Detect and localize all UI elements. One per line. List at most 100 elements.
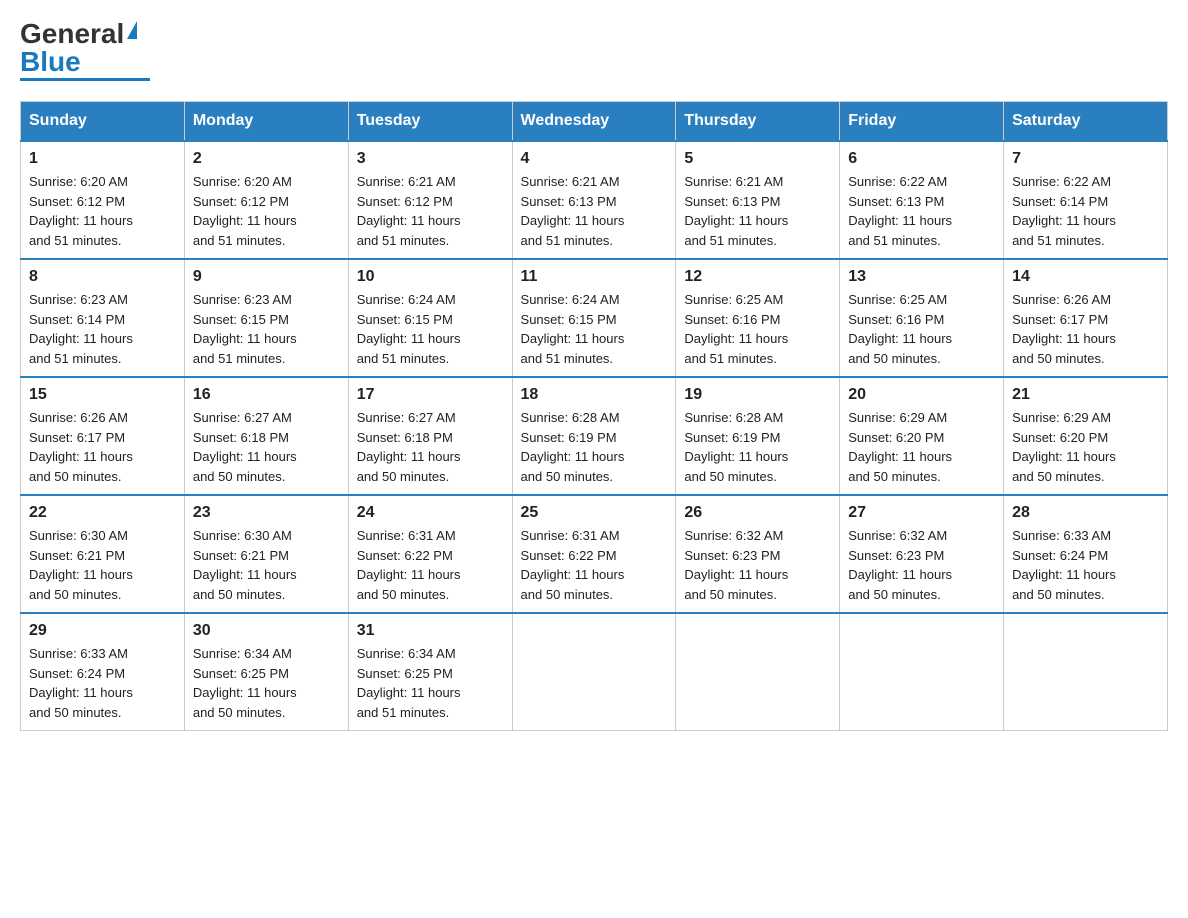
- day-number: 4: [521, 150, 668, 168]
- day-number: 12: [684, 268, 831, 286]
- day-number: 17: [357, 386, 504, 404]
- calendar-header-saturday: Saturday: [1004, 102, 1168, 142]
- day-info: Sunrise: 6:33 AMSunset: 6:24 PMDaylight:…: [1012, 528, 1116, 602]
- calendar-cell: 27 Sunrise: 6:32 AMSunset: 6:23 PMDaylig…: [840, 495, 1004, 613]
- day-number: 7: [1012, 150, 1159, 168]
- day-number: 29: [29, 622, 176, 640]
- day-info: Sunrise: 6:26 AMSunset: 6:17 PMDaylight:…: [29, 410, 133, 484]
- calendar-cell: [1004, 613, 1168, 731]
- day-number: 15: [29, 386, 176, 404]
- day-number: 1: [29, 150, 176, 168]
- calendar-cell: 31 Sunrise: 6:34 AMSunset: 6:25 PMDaylig…: [348, 613, 512, 731]
- day-info: Sunrise: 6:24 AMSunset: 6:15 PMDaylight:…: [357, 292, 461, 366]
- calendar-cell: 29 Sunrise: 6:33 AMSunset: 6:24 PMDaylig…: [21, 613, 185, 731]
- day-info: Sunrise: 6:27 AMSunset: 6:18 PMDaylight:…: [357, 410, 461, 484]
- day-number: 3: [357, 150, 504, 168]
- logo-blue-text: Blue: [20, 48, 81, 76]
- day-number: 11: [521, 268, 668, 286]
- day-number: 14: [1012, 268, 1159, 286]
- day-number: 30: [193, 622, 340, 640]
- calendar-cell: 3 Sunrise: 6:21 AMSunset: 6:12 PMDayligh…: [348, 141, 512, 259]
- calendar-cell: 20 Sunrise: 6:29 AMSunset: 6:20 PMDaylig…: [840, 377, 1004, 495]
- calendar-week-row: 15 Sunrise: 6:26 AMSunset: 6:17 PMDaylig…: [21, 377, 1168, 495]
- day-number: 10: [357, 268, 504, 286]
- day-number: 19: [684, 386, 831, 404]
- calendar-cell: 5 Sunrise: 6:21 AMSunset: 6:13 PMDayligh…: [676, 141, 840, 259]
- calendar-header-thursday: Thursday: [676, 102, 840, 142]
- day-info: Sunrise: 6:24 AMSunset: 6:15 PMDaylight:…: [521, 292, 625, 366]
- day-number: 9: [193, 268, 340, 286]
- day-number: 23: [193, 504, 340, 522]
- calendar-cell: 28 Sunrise: 6:33 AMSunset: 6:24 PMDaylig…: [1004, 495, 1168, 613]
- day-info: Sunrise: 6:28 AMSunset: 6:19 PMDaylight:…: [684, 410, 788, 484]
- calendar-header-wednesday: Wednesday: [512, 102, 676, 142]
- calendar-header-sunday: Sunday: [21, 102, 185, 142]
- calendar-cell: 30 Sunrise: 6:34 AMSunset: 6:25 PMDaylig…: [184, 613, 348, 731]
- calendar-cell: 15 Sunrise: 6:26 AMSunset: 6:17 PMDaylig…: [21, 377, 185, 495]
- logo-underline: [20, 78, 150, 81]
- day-info: Sunrise: 6:29 AMSunset: 6:20 PMDaylight:…: [1012, 410, 1116, 484]
- day-info: Sunrise: 6:27 AMSunset: 6:18 PMDaylight:…: [193, 410, 297, 484]
- calendar-cell: 24 Sunrise: 6:31 AMSunset: 6:22 PMDaylig…: [348, 495, 512, 613]
- calendar-cell: 16 Sunrise: 6:27 AMSunset: 6:18 PMDaylig…: [184, 377, 348, 495]
- day-number: 27: [848, 504, 995, 522]
- day-info: Sunrise: 6:30 AMSunset: 6:21 PMDaylight:…: [29, 528, 133, 602]
- calendar-cell: 22 Sunrise: 6:30 AMSunset: 6:21 PMDaylig…: [21, 495, 185, 613]
- day-info: Sunrise: 6:23 AMSunset: 6:15 PMDaylight:…: [193, 292, 297, 366]
- calendar-week-row: 22 Sunrise: 6:30 AMSunset: 6:21 PMDaylig…: [21, 495, 1168, 613]
- calendar-header-tuesday: Tuesday: [348, 102, 512, 142]
- day-number: 21: [1012, 386, 1159, 404]
- day-info: Sunrise: 6:28 AMSunset: 6:19 PMDaylight:…: [521, 410, 625, 484]
- day-number: 25: [521, 504, 668, 522]
- day-number: 28: [1012, 504, 1159, 522]
- day-info: Sunrise: 6:30 AMSunset: 6:21 PMDaylight:…: [193, 528, 297, 602]
- calendar-week-row: 8 Sunrise: 6:23 AMSunset: 6:14 PMDayligh…: [21, 259, 1168, 377]
- calendar-cell: 8 Sunrise: 6:23 AMSunset: 6:14 PMDayligh…: [21, 259, 185, 377]
- day-info: Sunrise: 6:32 AMSunset: 6:23 PMDaylight:…: [848, 528, 952, 602]
- calendar-cell: 19 Sunrise: 6:28 AMSunset: 6:19 PMDaylig…: [676, 377, 840, 495]
- day-number: 22: [29, 504, 176, 522]
- day-info: Sunrise: 6:21 AMSunset: 6:12 PMDaylight:…: [357, 174, 461, 248]
- day-number: 26: [684, 504, 831, 522]
- calendar-header-monday: Monday: [184, 102, 348, 142]
- calendar-cell: 26 Sunrise: 6:32 AMSunset: 6:23 PMDaylig…: [676, 495, 840, 613]
- day-info: Sunrise: 6:23 AMSunset: 6:14 PMDaylight:…: [29, 292, 133, 366]
- calendar-cell: 13 Sunrise: 6:25 AMSunset: 6:16 PMDaylig…: [840, 259, 1004, 377]
- calendar-cell: 14 Sunrise: 6:26 AMSunset: 6:17 PMDaylig…: [1004, 259, 1168, 377]
- day-number: 5: [684, 150, 831, 168]
- calendar-header-row: SundayMondayTuesdayWednesdayThursdayFrid…: [21, 102, 1168, 142]
- page-header: General Blue: [20, 20, 1168, 81]
- calendar-cell: [512, 613, 676, 731]
- day-info: Sunrise: 6:22 AMSunset: 6:14 PMDaylight:…: [1012, 174, 1116, 248]
- day-number: 24: [357, 504, 504, 522]
- calendar-cell: 12 Sunrise: 6:25 AMSunset: 6:16 PMDaylig…: [676, 259, 840, 377]
- logo: General Blue: [20, 20, 150, 81]
- day-info: Sunrise: 6:20 AMSunset: 6:12 PMDaylight:…: [29, 174, 133, 248]
- day-info: Sunrise: 6:25 AMSunset: 6:16 PMDaylight:…: [848, 292, 952, 366]
- day-info: Sunrise: 6:31 AMSunset: 6:22 PMDaylight:…: [357, 528, 461, 602]
- calendar-cell: 25 Sunrise: 6:31 AMSunset: 6:22 PMDaylig…: [512, 495, 676, 613]
- day-number: 13: [848, 268, 995, 286]
- day-number: 16: [193, 386, 340, 404]
- day-info: Sunrise: 6:26 AMSunset: 6:17 PMDaylight:…: [1012, 292, 1116, 366]
- calendar-cell: 18 Sunrise: 6:28 AMSunset: 6:19 PMDaylig…: [512, 377, 676, 495]
- calendar-cell: [676, 613, 840, 731]
- calendar-cell: 9 Sunrise: 6:23 AMSunset: 6:15 PMDayligh…: [184, 259, 348, 377]
- calendar-cell: 2 Sunrise: 6:20 AMSunset: 6:12 PMDayligh…: [184, 141, 348, 259]
- day-info: Sunrise: 6:33 AMSunset: 6:24 PMDaylight:…: [29, 646, 133, 720]
- day-info: Sunrise: 6:25 AMSunset: 6:16 PMDaylight:…: [684, 292, 788, 366]
- day-info: Sunrise: 6:29 AMSunset: 6:20 PMDaylight:…: [848, 410, 952, 484]
- day-info: Sunrise: 6:21 AMSunset: 6:13 PMDaylight:…: [684, 174, 788, 248]
- calendar-cell: 1 Sunrise: 6:20 AMSunset: 6:12 PMDayligh…: [21, 141, 185, 259]
- day-info: Sunrise: 6:34 AMSunset: 6:25 PMDaylight:…: [357, 646, 461, 720]
- calendar-cell: 7 Sunrise: 6:22 AMSunset: 6:14 PMDayligh…: [1004, 141, 1168, 259]
- day-number: 6: [848, 150, 995, 168]
- calendar-cell: 10 Sunrise: 6:24 AMSunset: 6:15 PMDaylig…: [348, 259, 512, 377]
- calendar-week-row: 29 Sunrise: 6:33 AMSunset: 6:24 PMDaylig…: [21, 613, 1168, 731]
- day-info: Sunrise: 6:22 AMSunset: 6:13 PMDaylight:…: [848, 174, 952, 248]
- day-number: 2: [193, 150, 340, 168]
- day-number: 18: [521, 386, 668, 404]
- day-number: 20: [848, 386, 995, 404]
- calendar-cell: 4 Sunrise: 6:21 AMSunset: 6:13 PMDayligh…: [512, 141, 676, 259]
- day-info: Sunrise: 6:32 AMSunset: 6:23 PMDaylight:…: [684, 528, 788, 602]
